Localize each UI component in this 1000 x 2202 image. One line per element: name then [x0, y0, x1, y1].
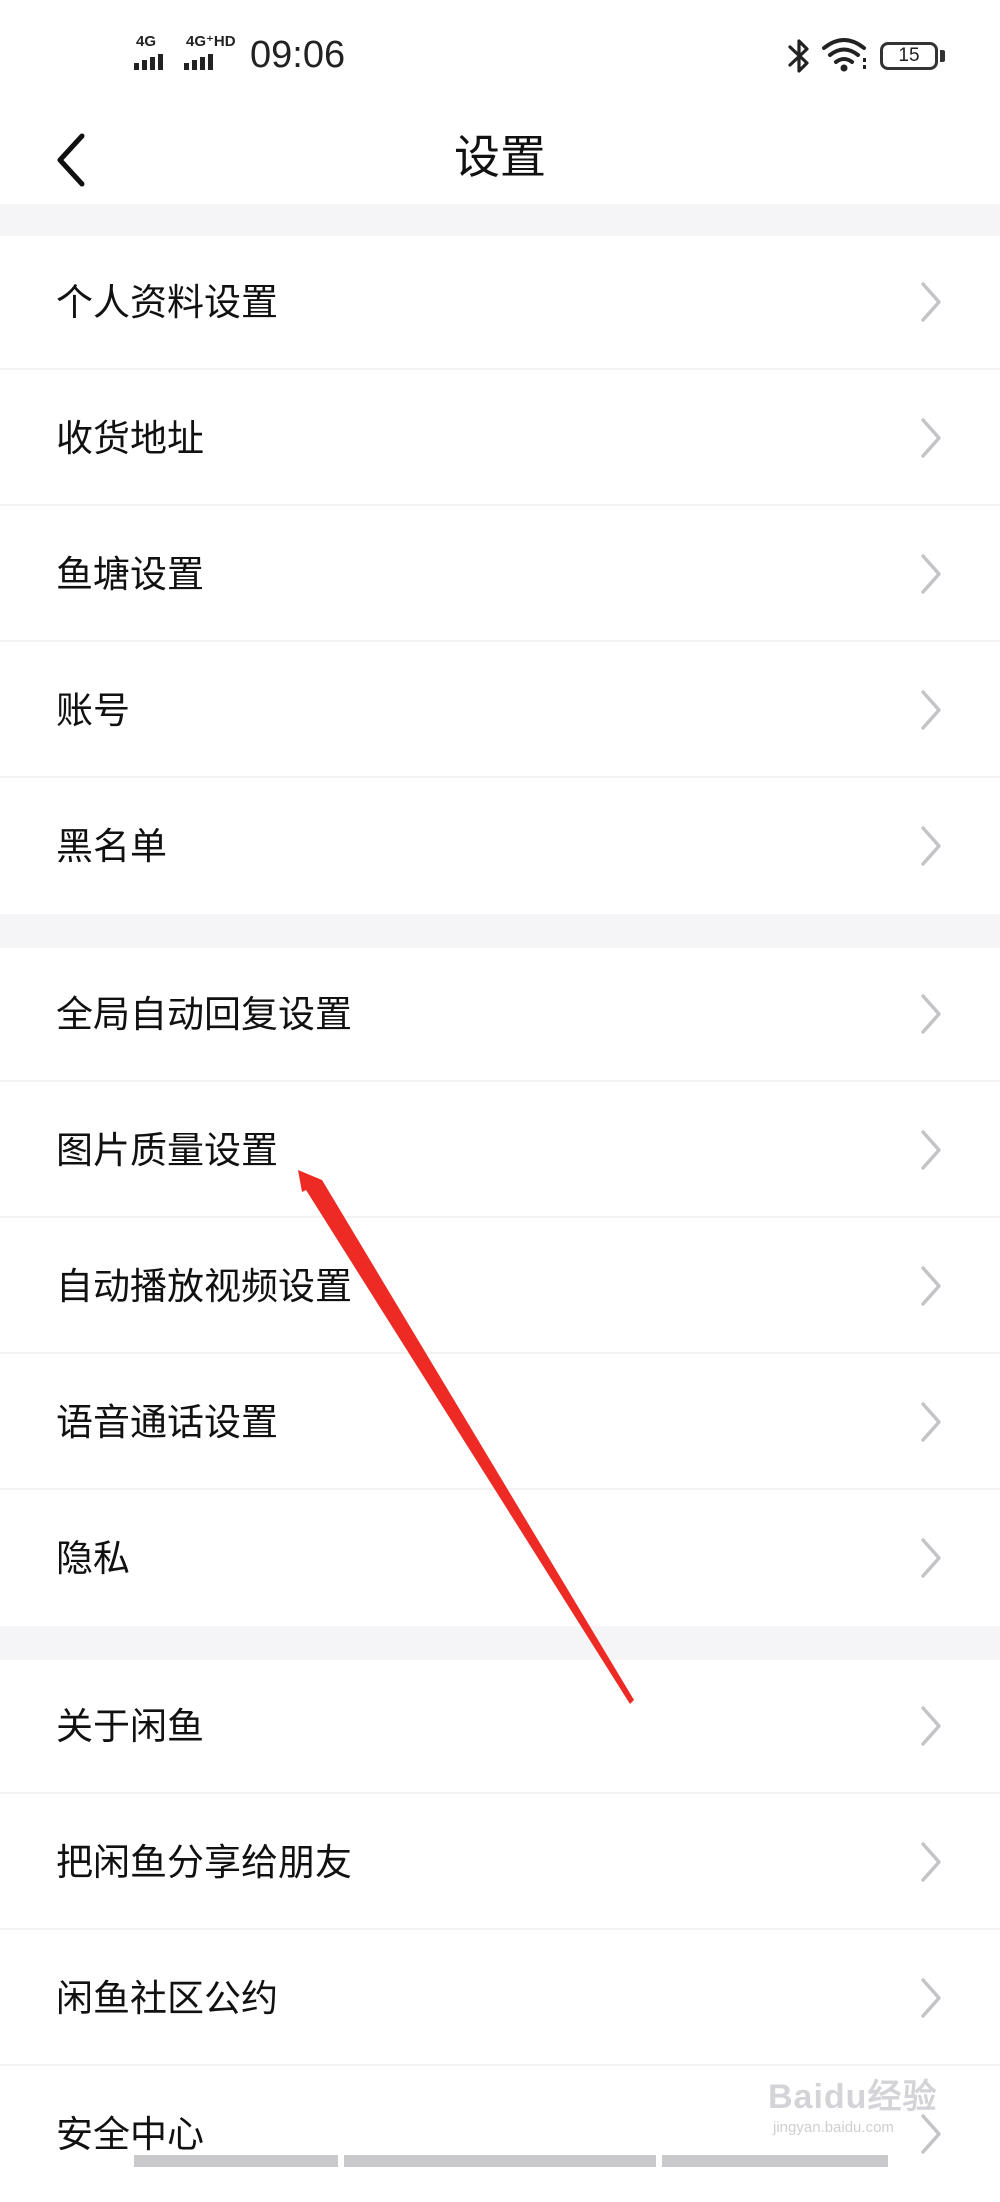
- section-gap: [0, 1626, 1000, 1660]
- status-time: 09:06: [250, 34, 346, 76]
- watermark-sub: jingyan.baidu.com: [773, 2119, 894, 2136]
- settings-item-auto-reply[interactable]: 全局自动回复设置: [0, 948, 1000, 1082]
- settings-item-privacy[interactable]: 隐私: [0, 1492, 1000, 1626]
- settings-item-label: 收货地址: [56, 418, 204, 459]
- settings-item-label: 个人资料设置: [56, 282, 278, 323]
- settings-item-label: 全局自动回复设置: [56, 994, 352, 1035]
- settings-item-label: 鱼塘设置: [56, 554, 204, 595]
- chevron-right-icon: [921, 1978, 941, 2018]
- settings-item-fish-pond[interactable]: 鱼塘设置: [0, 508, 1000, 642]
- chevron-right-icon: [921, 282, 941, 322]
- chevron-right-icon: [921, 994, 941, 1034]
- settings-item-profile[interactable]: 个人资料设置: [0, 236, 1000, 370]
- chevron-right-icon: [921, 690, 941, 730]
- bluetooth-icon: [788, 39, 809, 73]
- settings-item-autoplay-video[interactable]: 自动播放视频设置: [0, 1220, 1000, 1354]
- settings-item-label: 关于闲鱼: [56, 1706, 204, 1747]
- status-bar: 4G 4G⁺HD 09:06 15: [0, 0, 1000, 110]
- watermark-text: Baidu经验: [768, 2078, 938, 2116]
- nav-bar: 设置: [0, 110, 1000, 204]
- page-title: 设置: [454, 131, 546, 183]
- chevron-right-icon: [921, 1266, 941, 1306]
- settings-item-voice-call[interactable]: 语音通话设置: [0, 1356, 1000, 1490]
- settings-item-label: 安全中心: [56, 2114, 204, 2155]
- settings-item-label: 图片质量设置: [56, 1130, 278, 1171]
- settings-item-label: 黑名单: [56, 826, 167, 867]
- settings-item-account[interactable]: 账号: [0, 644, 1000, 778]
- signal-label: 4G: [136, 33, 157, 50]
- bottom-bar: [0, 2155, 1000, 2167]
- chevron-right-icon: [921, 1402, 941, 1442]
- settings-item-label: 语音通话设置: [56, 1402, 278, 1443]
- battery-icon: 15: [880, 42, 938, 70]
- chevron-right-icon: [921, 2114, 941, 2154]
- chevron-right-icon: [921, 418, 941, 458]
- chevron-right-icon: [921, 826, 941, 866]
- chevron-right-icon: [921, 554, 941, 594]
- settings-item-label: 把闲鱼分享给朋友: [56, 1842, 352, 1883]
- bottom-bar-segment: [134, 2155, 338, 2167]
- bottom-bar-segment: [344, 2155, 656, 2167]
- settings-item-community-rules[interactable]: 闲鱼社区公约: [0, 1932, 1000, 2066]
- settings-item-image-quality[interactable]: 图片质量设置: [0, 1084, 1000, 1218]
- bottom-bar-segment: [662, 2155, 888, 2167]
- battery-tip: [940, 50, 945, 62]
- settings-item-about[interactable]: 关于闲鱼: [0, 1660, 1000, 1794]
- signal-label: 4G⁺HD: [186, 33, 236, 50]
- chevron-right-icon: [921, 1706, 941, 1746]
- battery-level: 15: [898, 45, 920, 66]
- section-gap: [0, 204, 1000, 236]
- settings-item-label: 自动播放视频设置: [56, 1266, 352, 1307]
- settings-item-label: 账号: [56, 690, 130, 731]
- chevron-right-icon: [921, 1538, 941, 1578]
- chevron-right-icon: [921, 1842, 941, 1882]
- wifi-icon: [822, 38, 866, 72]
- settings-item-share[interactable]: 把闲鱼分享给朋友: [0, 1796, 1000, 1930]
- section-gap: [0, 914, 1000, 948]
- settings-item-shipping-address[interactable]: 收货地址: [0, 372, 1000, 506]
- settings-item-blacklist[interactable]: 黑名单: [0, 780, 1000, 914]
- settings-item-label: 隐私: [56, 1538, 130, 1579]
- chevron-right-icon: [921, 1130, 941, 1170]
- settings-item-label: 闲鱼社区公约: [56, 1978, 278, 2019]
- baidu-watermark: Baidu经验 jingyan.baidu.com: [768, 2062, 948, 2136]
